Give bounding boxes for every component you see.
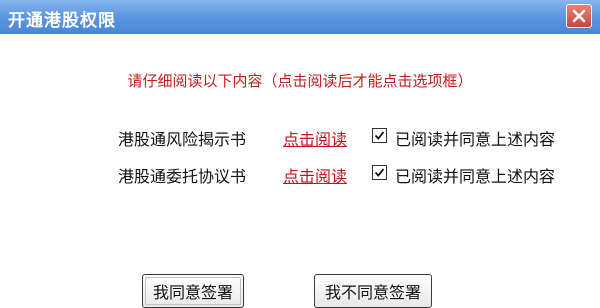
disagree-sign-button-label: 我不同意签署	[324, 283, 421, 302]
disagree-sign-button[interactable]: 我不同意签署	[314, 274, 432, 308]
title-bar: 开通港股权限	[0, 0, 600, 34]
dialog-body: 请仔细阅读以下内容（点击阅读后才能点击选项框） 港股通风险揭示书 点击阅读 已阅…	[0, 34, 600, 308]
agreement-row-entrustment: 港股通委托协议书 点击阅读 已阅读并同意上述内容	[0, 161, 600, 187]
agree-checkbox-label[interactable]: 已阅读并同意上述内容	[395, 126, 555, 150]
agreement-row-risk-disclosure: 港股通风险揭示书 点击阅读 已阅读并同意上述内容	[0, 124, 600, 150]
agreement-label: 港股通委托协议书	[118, 167, 247, 186]
checkmark-icon	[374, 168, 385, 177]
open-hk-stock-permission-dialog: 开通港股权限 请仔细阅读以下内容（点击阅读后才能点击选项框） 港股通风险揭示书 …	[0, 0, 600, 308]
read-link[interactable]: 点击阅读	[283, 163, 347, 187]
window-title: 开通港股权限	[8, 11, 116, 31]
close-button[interactable]	[566, 4, 592, 28]
checkmark-icon	[374, 131, 385, 140]
read-link[interactable]: 点击阅读	[283, 126, 347, 150]
agree-sign-button-label: 我同意签署	[152, 283, 233, 302]
instruction-notice: 请仔细阅读以下内容（点击阅读后才能点击选项框）	[127, 72, 473, 90]
agree-checkbox-label[interactable]: 已阅读并同意上述内容	[395, 163, 555, 187]
agree-checkbox[interactable]	[372, 128, 387, 143]
agree-sign-button[interactable]: 我同意签署	[142, 274, 244, 308]
agree-checkbox[interactable]	[372, 165, 387, 180]
close-icon	[572, 9, 586, 23]
agreement-label: 港股通风险揭示书	[118, 130, 247, 149]
